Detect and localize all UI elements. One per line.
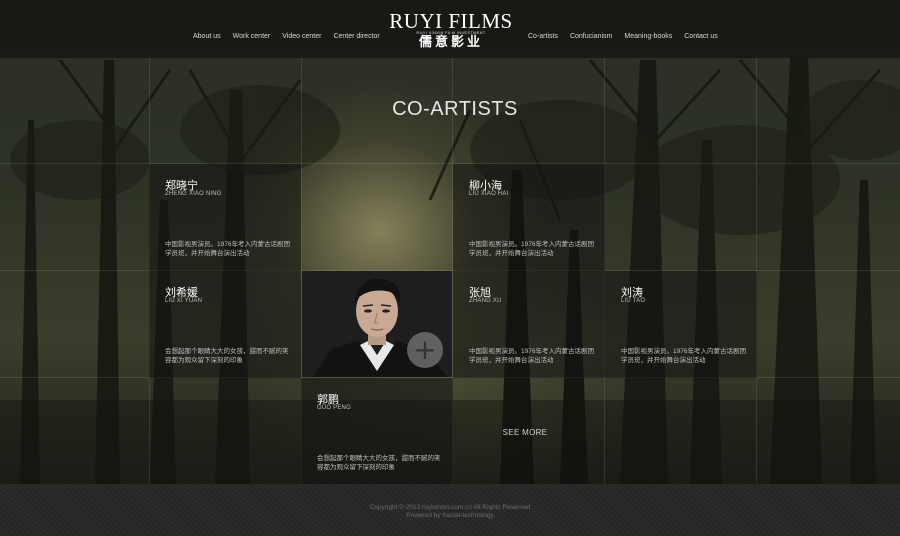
nav-confucianism[interactable]: Confucianism	[570, 33, 612, 40]
artist-card-liu-xiao-hai[interactable]: 柳小海 LIU XIAO HAI 中国影视男演员。1976年考入内蒙古话剧团学员…	[453, 164, 605, 271]
logo-name-en: RUYI FILMS	[389, 9, 513, 33]
artist-desc: 中国影视男演员。1976年考入内蒙古话剧团学员班，并开始舞台演出活动	[469, 241, 594, 257]
artist-card-liu-xi-yuan[interactable]: 刘希媛 LIU XI YUAN 会想起那个眼睛大大的女孩，甜而不腻的笑容都为观众…	[149, 271, 301, 378]
section-title: CO-ARTISTS	[392, 98, 518, 120]
nav-center-director[interactable]: Center director	[333, 33, 379, 40]
nav-work-center[interactable]: Work center	[233, 33, 271, 40]
artist-card-guo-peng[interactable]: 郭鹏 GUO PENG 会想起那个眼睛大大的女孩，甜而不腻的笑容都为观众留下深刻…	[301, 378, 453, 484]
artist-desc: 会想起那个眼睛大大的女孩，甜而不腻的笑容都为观众留下深刻的印象	[165, 348, 289, 364]
nav-right: Co-artists Confucianism Meaning-books Co…	[528, 33, 718, 40]
artist-pinyin: LIU TAO	[621, 298, 646, 304]
artist-card-zhang-xu[interactable]: 张旭 ZHANG XU 中国影视男演员。1976年考入内蒙古话剧团学员班，并开始…	[453, 271, 605, 378]
nav-meaning-books[interactable]: Meaning-books	[624, 33, 672, 40]
artist-desc: 中国影视男演员。1976年考入内蒙古话剧团学员班，并开始舞台演出活动	[621, 348, 746, 364]
artist-pinyin: ZHANG XU	[469, 298, 502, 304]
artist-card-liu-tao[interactable]: 刘涛 LIU TAO 中国影视男演员。1976年考入内蒙古话剧团学员班，并开始舞…	[605, 271, 757, 378]
artist-desc: 会想起那个眼睛大大的女孩，甜而不腻的笑容都为观众留下深刻的印象	[317, 455, 441, 471]
copyright-text: Copyright © 2013 ruyixinxin.com.cn All R…	[369, 504, 531, 511]
powered-by-text: Powered by fractal-technology	[406, 512, 494, 519]
top-header: About us Work center Video center Center…	[0, 0, 900, 58]
grid-line	[0, 163, 900, 164]
nav-about-us[interactable]: About us	[193, 33, 221, 40]
footer: Copyright © 2013 ruyixinxin.com.cn All R…	[0, 484, 900, 536]
nav-left: About us Work center Video center Center…	[193, 33, 380, 40]
artist-pinyin: LIU XIAO HAI	[469, 191, 509, 197]
nav-co-artists[interactable]: Co-artists	[528, 33, 558, 40]
see-more-link[interactable]: SEE MORE	[495, 428, 555, 437]
logo-name-cn: 儒意影业	[418, 34, 483, 49]
nav-video-center[interactable]: Video center	[282, 33, 321, 40]
artist-pinyin: ZHENG XIAO NING	[165, 191, 222, 197]
artist-pinyin: GUO PENG	[317, 405, 351, 411]
artist-card-zheng-xiao-ning[interactable]: 郑晓宁 ZHENG XIAO NING 中国影视男演员。1976年考入内蒙古话剧…	[149, 164, 301, 271]
artist-desc: 中国影视男演员。1976年考入内蒙古话剧团学员班，并开始舞台演出活动	[165, 241, 290, 257]
artist-desc: 中国影视男演员。1976年考入内蒙古话剧团学员班，并开始舞台演出活动	[469, 348, 594, 364]
nav-contact-us[interactable]: Contact us	[684, 33, 717, 40]
plus-circle-icon[interactable]: +	[407, 332, 443, 368]
logo[interactable]: RUYI FILMS RUYI XINXIN FILM INVESTMENT 儒…	[388, 10, 514, 49]
artist-pinyin: LIU XI YUAN	[165, 298, 203, 304]
